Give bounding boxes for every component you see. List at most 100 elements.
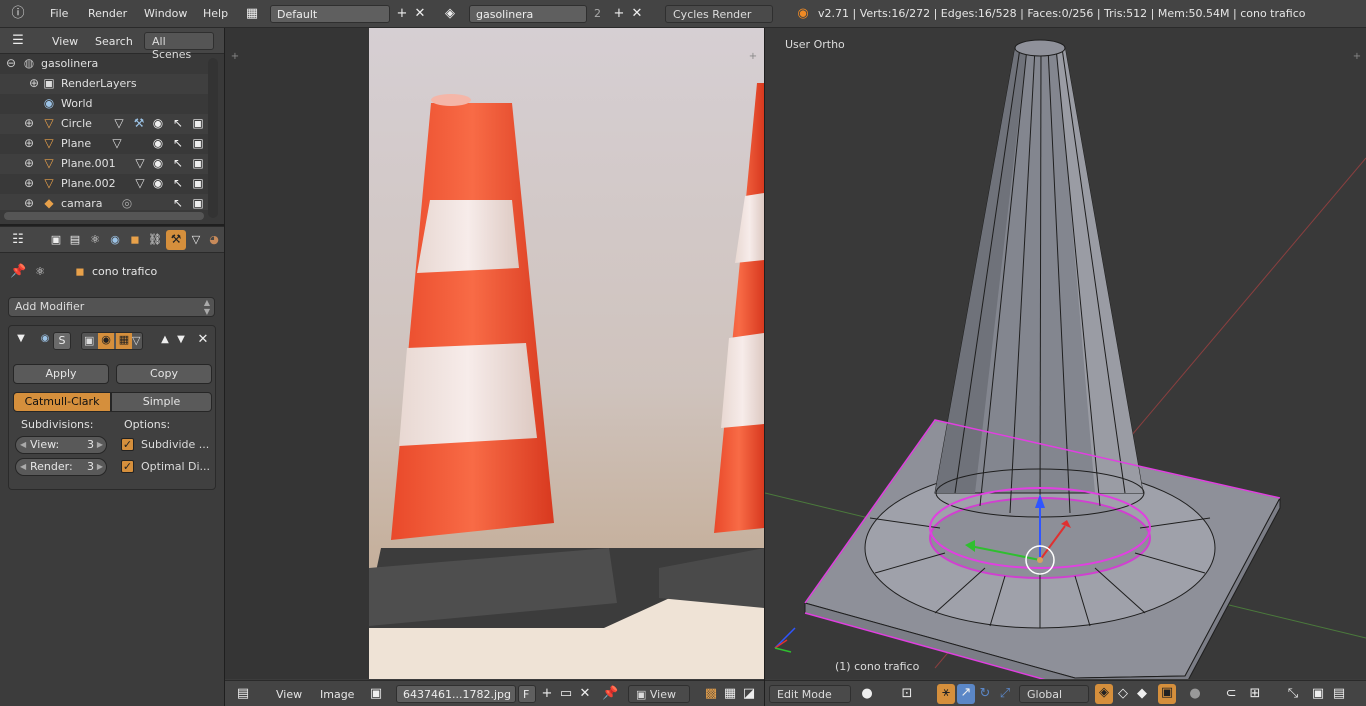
outliner-vertical-scrollbar[interactable] (208, 58, 218, 218)
visibility-eye-icon[interactable]: ◉ (151, 136, 165, 150)
menu-window[interactable]: Window (144, 7, 187, 20)
cage-toggle-icon[interactable]: ▽ (132, 334, 140, 347)
render-opengl-icon[interactable]: ⤡ (1285, 685, 1301, 703)
simple-button[interactable]: Simple (111, 392, 212, 412)
rotate-manipulator-icon[interactable]: ↻ (977, 685, 993, 703)
channels-z-icon[interactable]: ◪ (741, 685, 757, 703)
increment-arrow-icon[interactable]: ▶ (97, 437, 103, 453)
collapse-icon[interactable]: ⊖ (4, 56, 18, 70)
object-tab-icon[interactable]: ◼ (127, 231, 143, 249)
expand-region-icon[interactable]: + (745, 48, 761, 66)
catmull-clark-button[interactable]: Catmull-Clark (13, 392, 111, 412)
collapse-arrow-icon[interactable]: ▼ (13, 330, 29, 348)
select-cursor-icon[interactable]: ↖ (171, 196, 185, 210)
expand-icon[interactable]: ⊕ (22, 116, 36, 130)
manipulator-toggle-icon[interactable]: ⚹ (937, 684, 955, 704)
pivot-point-icon[interactable]: ⊡ (899, 685, 915, 703)
outliner-row-plane[interactable]: ⊕ ▽ Plane ▽ ◉ ↖ ▣ (0, 134, 210, 154)
optimal-display-checkbox[interactable]: ✓ (121, 460, 134, 473)
select-cursor-icon[interactable]: ↖ (171, 176, 185, 190)
render-engine-dropdown[interactable]: Cycles Render (665, 5, 773, 23)
image-mode-dropdown[interactable]: ▣ View (628, 685, 690, 703)
visibility-eye-icon[interactable]: ◉ (151, 116, 165, 130)
editor-type-icon[interactable]: ☷ (10, 231, 26, 249)
outliner-row-circle[interactable]: ⊕ ▽ Circle ▽ ⚒ ◉ ↖ ▣ (0, 114, 210, 134)
move-up-icon[interactable]: ▲ (157, 331, 173, 349)
clapper-icon[interactable]: ▤ (1331, 685, 1347, 703)
outliner-row-scene[interactable]: ⊖ ◍ gasolinera (0, 54, 210, 74)
world-tab-icon[interactable]: ◉ (107, 231, 123, 249)
mesh-data-icon[interactable]: ▽ (110, 136, 124, 150)
add-scene-icon[interactable]: + (611, 5, 627, 23)
pin-image-icon[interactable]: 📌 (602, 685, 618, 703)
menu-render[interactable]: Render (88, 7, 127, 20)
select-cursor-icon[interactable]: ↖ (171, 156, 185, 170)
outliner-search-menu[interactable]: Search (95, 35, 133, 48)
menu-file[interactable]: File (50, 7, 68, 20)
scene-name-field[interactable]: gasolinera (469, 5, 587, 23)
outliner-view-menu[interactable]: View (52, 35, 78, 48)
expand-region-icon[interactable]: + (227, 48, 243, 66)
viewport-toggle-icon[interactable]: ◉ (98, 333, 114, 349)
edge-select-icon[interactable]: ◇ (1115, 685, 1131, 703)
remove-modifier-icon[interactable]: ✕ (195, 331, 211, 349)
layout-icon[interactable]: ▦ (244, 5, 260, 23)
select-cursor-icon[interactable]: ↖ (171, 136, 185, 150)
mesh-data-icon[interactable]: ▽ (133, 156, 147, 170)
modifiers-tab-icon[interactable]: ⚒ (166, 230, 186, 250)
visibility-eye-icon[interactable]: ◉ (151, 176, 165, 190)
outliner-row-world[interactable]: ◉ World (0, 94, 210, 114)
snap-toggle-icon[interactable]: ⊂ (1223, 685, 1239, 703)
expand-icon[interactable]: ⊕ (22, 176, 36, 190)
editmode-toggle-icon[interactable]: ▦ (116, 333, 132, 349)
subdivide-uvs-checkbox[interactable]: ✓ (121, 438, 134, 451)
render-camera-icon[interactable]: ▣ (191, 176, 205, 190)
copy-button[interactable]: Copy (116, 364, 212, 384)
image-view-menu[interactable]: View (276, 688, 302, 701)
remove-scene-icon[interactable]: ✕ (629, 5, 645, 23)
camera-data-icon[interactable]: ◎ (120, 196, 134, 210)
mesh-data-icon[interactable]: ▽ (112, 116, 126, 130)
vertex-select-icon[interactable]: ◈ (1095, 684, 1113, 704)
decrement-arrow-icon[interactable]: ◀ (20, 437, 26, 453)
render-animation-icon[interactable]: ▣ (1310, 685, 1326, 703)
image-menu[interactable]: Image (320, 688, 354, 701)
editor-type-icon[interactable]: ▤ (235, 685, 251, 703)
expand-region-icon[interactable]: + (1349, 48, 1365, 66)
snap-element-icon[interactable]: ⊞ (1247, 685, 1263, 703)
new-image-icon[interactable]: + (539, 685, 555, 703)
scene-tab-icon[interactable]: ⚛ (87, 231, 103, 249)
image-editor-area[interactable]: + + (225, 28, 764, 679)
decrement-arrow-icon[interactable]: ◀ (20, 459, 26, 475)
outliner-row-plane002[interactable]: ⊕ ▽ Plane.002 ▽ ◉ ↖ ▣ (0, 174, 210, 194)
3d-viewport[interactable]: User Ortho (1) cono trafico + (765, 28, 1366, 679)
translate-manipulator-icon[interactable]: ↗ (957, 684, 975, 704)
render-layers-tab-icon[interactable]: ▤ (67, 231, 83, 249)
outliner-row-plane001[interactable]: ⊕ ▽ Plane.001 ▽ ◉ ↖ ▣ (0, 154, 210, 174)
proportional-edit-icon[interactable]: ● (1187, 685, 1203, 703)
add-layout-icon[interactable]: + (394, 5, 410, 23)
remove-layout-icon[interactable]: ✕ (412, 5, 428, 23)
outliner-horizontal-scrollbar[interactable] (4, 212, 204, 220)
outliner-row-camara[interactable]: ⊕ ◆ camara ◎ ↖ ▣ (0, 194, 210, 210)
visibility-eye-icon[interactable]: ◉ (151, 156, 165, 170)
modifier-name-field[interactable]: S (53, 332, 71, 350)
increment-arrow-icon[interactable]: ▶ (97, 459, 103, 475)
pin-icon[interactable]: 📌 (10, 263, 26, 281)
editor-type-icon[interactable]: ☰ (10, 32, 26, 50)
channels-rgb-icon[interactable]: ▩ (703, 685, 719, 703)
image-browse-icon[interactable]: ▣ (368, 685, 384, 703)
render-camera-icon[interactable]: ▣ (191, 116, 205, 130)
mesh-data-tab-icon[interactable]: ▽ (188, 231, 204, 249)
expand-icon[interactable]: ⊕ (27, 76, 41, 90)
select-cursor-icon[interactable]: ↖ (171, 116, 185, 130)
view-levels-field[interactable]: ◀ View: 3 ▶ (15, 436, 107, 454)
scale-manipulator-icon[interactable]: ⤢ (997, 685, 1013, 703)
expand-icon[interactable]: ⊕ (22, 136, 36, 150)
mesh-data-icon[interactable]: ▽ (133, 176, 147, 190)
expand-icon[interactable]: ⊕ (22, 196, 36, 210)
open-image-icon[interactable]: ▭ (558, 685, 574, 703)
render-tab-icon[interactable]: ▣ (48, 231, 64, 249)
render-camera-icon[interactable]: ▣ (191, 196, 205, 210)
menu-help[interactable]: Help (203, 7, 228, 20)
